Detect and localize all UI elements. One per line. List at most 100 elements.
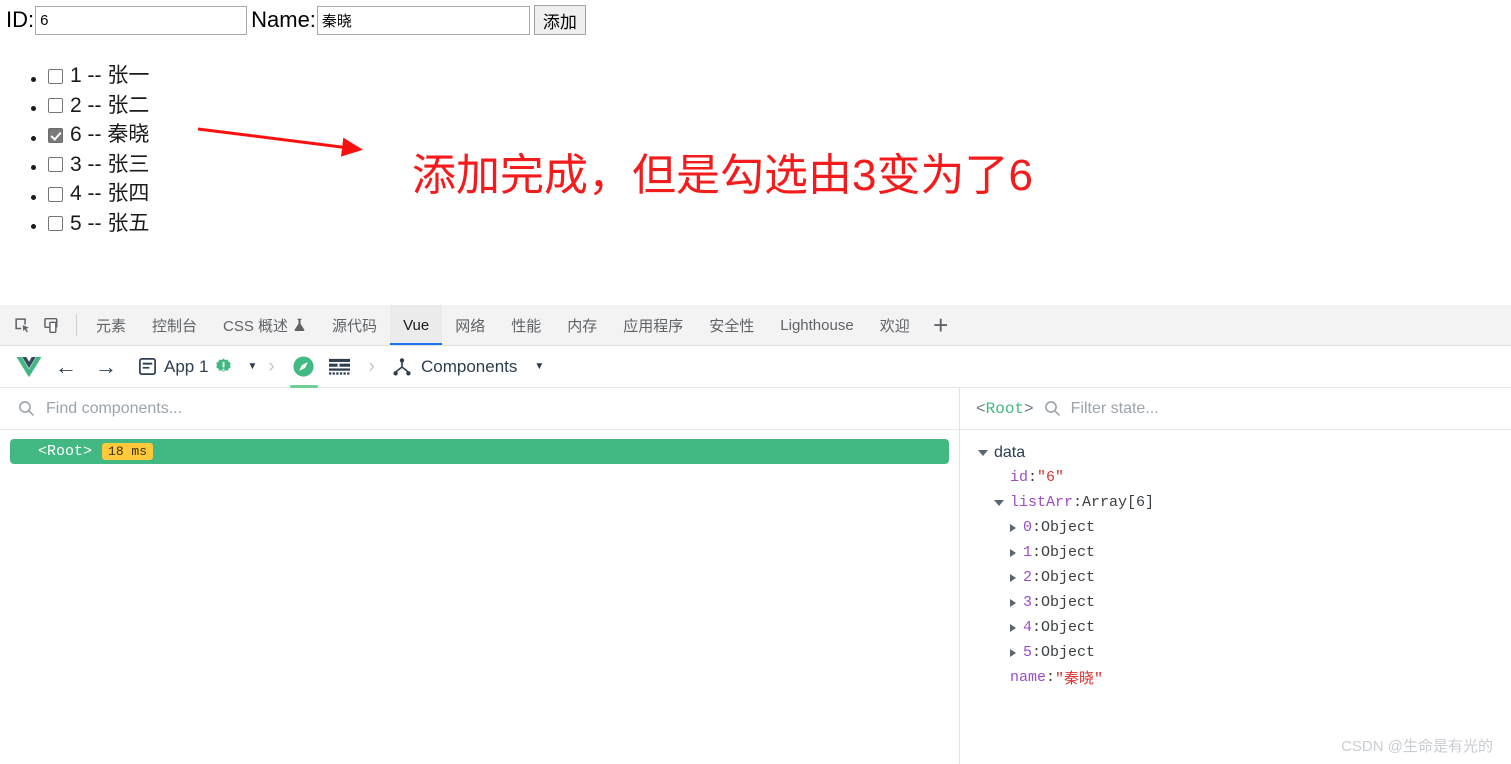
forward-button[interactable]: → — [86, 354, 126, 380]
state-entry-colon: : — [1028, 469, 1038, 486]
chevron-right-icon[interactable] — [1010, 598, 1016, 607]
list-item-content: 3 -- 张三 — [48, 151, 149, 179]
state-entry-colon: : — [1032, 544, 1042, 561]
state-entry[interactable]: listArr: Array[6] — [960, 490, 1511, 515]
devtools-tab-label: 源代码 — [332, 317, 378, 335]
person-label: 4 -- 张四 — [70, 182, 150, 205]
component-tree: <Root> 18 ms — [0, 430, 959, 464]
state-entry-colon: : — [1073, 494, 1083, 511]
annotation-arrow — [197, 127, 363, 157]
state-entry-colon: : — [1032, 644, 1042, 661]
chevron-right-icon[interactable] — [1010, 623, 1016, 632]
list-item: 6 -- 秦晓 — [48, 121, 149, 151]
state-entry[interactable]: 3: Object — [960, 590, 1511, 615]
panel-selector[interactable]: Components ▼ — [392, 357, 544, 377]
person-label: 1 -- 张一 — [70, 64, 150, 87]
state-entry-value: Array[6] — [1082, 494, 1155, 511]
devtools-tab[interactable]: 欢迎 — [867, 305, 923, 345]
devtools-tab[interactable]: 性能 — [498, 305, 554, 345]
devtools-tab[interactable]: 控制台 — [139, 305, 210, 345]
chevron-down-icon[interactable] — [994, 499, 1004, 506]
find-components-placeholder: Find components... — [46, 399, 183, 417]
chevron-down-icon[interactable] — [978, 449, 988, 456]
breadcrumb-chevron-right-icon-1: › — [268, 355, 275, 377]
devtools-tab-label: 安全性 — [709, 317, 755, 335]
state-entry[interactable]: id: "6" — [960, 465, 1511, 490]
render-time-badge: 18 ms — [102, 443, 154, 460]
inspect-element-icon[interactable] — [6, 305, 38, 345]
devtools-tab-label: Vue — [403, 316, 430, 334]
toolbar-divider — [76, 314, 77, 336]
person-checkbox[interactable] — [48, 68, 63, 84]
state-entry-colon: : — [1032, 619, 1042, 636]
watermark: CSDN @生命是有光的 — [1341, 738, 1493, 755]
state-section-label: data — [994, 443, 1026, 461]
person-checkbox[interactable] — [48, 186, 63, 202]
state-entry[interactable]: 5: Object — [960, 640, 1511, 665]
devtools-tab-bar: 元素 控制台 CSS 概述 源代码 Vue 网络 性能 内存 应用程序 安全性 Lighthouse… — [0, 305, 1511, 346]
chevron-right-icon[interactable] — [1010, 548, 1016, 557]
devtools-tab-label: 控制台 — [152, 317, 198, 335]
component-tree-row-root[interactable]: <Root> 18 ms — [10, 439, 949, 464]
device-toolbar-icon[interactable] — [38, 305, 70, 345]
add-person-form: ID: Name: 添加 — [6, 5, 586, 35]
devtools-tab-label: 性能 — [511, 317, 542, 335]
devtools-tab[interactable]: Vue — [390, 305, 443, 345]
person-checkbox[interactable] — [48, 98, 63, 113]
state-entry-key: 3 — [1023, 594, 1033, 611]
state-entry[interactable]: 2: Object — [960, 565, 1511, 590]
chevron-right-icon[interactable] — [1010, 523, 1016, 532]
inspector-compass-icon[interactable] — [286, 346, 322, 388]
chevron-right-icon[interactable] — [1010, 648, 1016, 657]
app-name: App 1 — [164, 356, 209, 376]
add-button[interactable]: 添加 — [533, 5, 586, 35]
id-input[interactable] — [35, 5, 248, 35]
state-entry[interactable]: 0: Object — [960, 515, 1511, 540]
person-checkbox[interactable] — [48, 127, 63, 143]
devtools-tab[interactable]: 应用程序 — [610, 305, 696, 345]
devtools-tab[interactable]: 元素 — [83, 305, 139, 345]
state-entry-value: Object — [1041, 594, 1096, 611]
selected-component-name: Root — [985, 399, 1025, 418]
filter-state-placeholder: Filter state... — [1070, 399, 1159, 417]
devtools-tab-label: 应用程序 — [623, 317, 684, 335]
panel-selector-chevron-down-icon: ▼ — [534, 361, 545, 372]
list-item-content: 2 -- 张二 — [48, 92, 149, 120]
state-entry-colon: : — [1032, 594, 1042, 611]
panel-name: Components — [421, 356, 518, 376]
devtools-tab[interactable]: 内存 — [554, 305, 610, 345]
devtools-tab[interactable]: CSS 概述 — [210, 305, 319, 345]
devtools-tab[interactable]: 网络 — [442, 305, 498, 345]
state-entry[interactable]: name: "秦晓" — [960, 665, 1511, 690]
back-button[interactable]: ← — [46, 354, 86, 380]
devtools-tab-label: 内存 — [567, 317, 598, 335]
person-list: 1 -- 张一 2 -- 张二 6 -- 秦晓 3 -- 张三 4 -- 张四 5 -- … — [0, 62, 149, 239]
devtools-tab[interactable]: 源代码 — [319, 305, 390, 345]
state-entry-value: Object — [1041, 544, 1096, 561]
timeline-grid-icon[interactable] — [322, 346, 358, 388]
devtools-tab[interactable]: 安全性 — [696, 305, 767, 345]
state-entry[interactable]: 4: Object — [960, 615, 1511, 640]
app-selector[interactable]: App 1 ▼ — [138, 357, 257, 377]
state-entry-value: "秦晓" — [1055, 671, 1104, 688]
flask-icon — [294, 318, 305, 332]
state-entry-colon: : — [1046, 669, 1056, 686]
devtools-tab-label: 网络 — [455, 317, 486, 335]
add-panel-button[interactable]: + — [923, 305, 959, 345]
find-components-search[interactable]: Find components... — [0, 388, 959, 430]
person-label: 6 -- 秦晓 — [70, 123, 150, 146]
warning-badge-icon — [216, 358, 232, 372]
state-section-data[interactable]: data — [960, 440, 1511, 465]
person-checkbox[interactable] — [48, 157, 63, 172]
state-entry-key: listArr — [1010, 494, 1074, 511]
devtools-tab-label: 欢迎 — [879, 317, 910, 335]
state-entry-key: id — [1010, 469, 1029, 486]
state-header: <Root> Filter state... — [960, 388, 1511, 430]
state-entry[interactable]: 1: Object — [960, 540, 1511, 565]
state-entry-key: 1 — [1023, 544, 1033, 561]
name-input[interactable] — [316, 5, 530, 35]
devtools-tab[interactable]: Lighthouse — [767, 305, 866, 345]
list-item: 2 -- 张二 — [48, 92, 149, 122]
chevron-right-icon[interactable] — [1010, 573, 1016, 582]
person-checkbox[interactable] — [48, 216, 63, 231]
